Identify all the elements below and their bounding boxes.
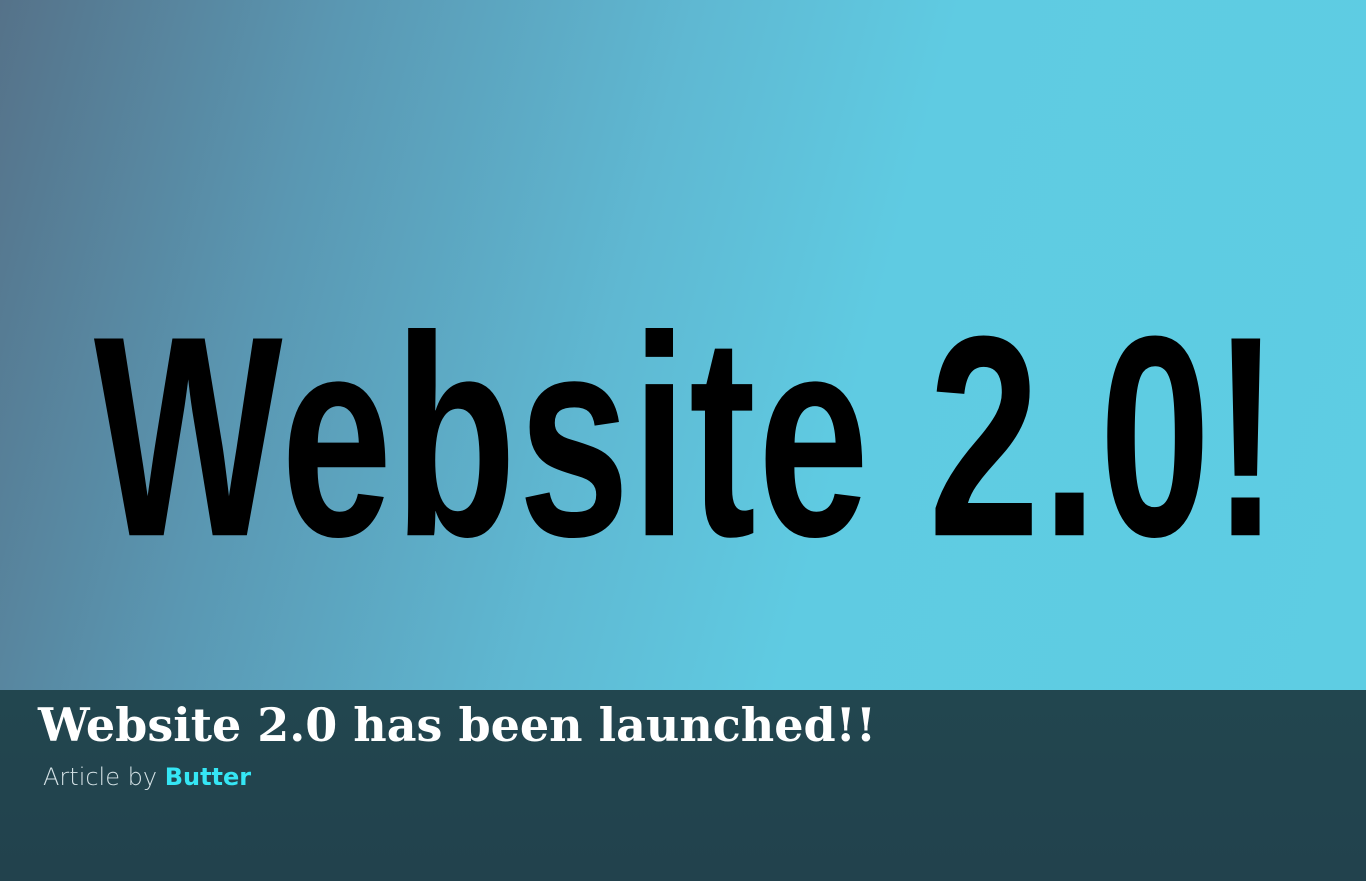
article-title: Website 2.0 has been launched!! — [38, 698, 877, 752]
hero-banner-text: Website 2.0! — [94, 294, 1279, 580]
article-page: Website 2.0! Website 2.0 has been launch… — [0, 0, 1366, 881]
byline-prefix: Article by — [43, 763, 158, 791]
hero-banner-text-content: Website 2.0! — [93, 277, 1282, 597]
author-link[interactable]: Butter — [165, 763, 251, 791]
article-byline: Article by Butter — [43, 763, 251, 792]
hero-banner-image: Website 2.0! — [0, 0, 1366, 690]
